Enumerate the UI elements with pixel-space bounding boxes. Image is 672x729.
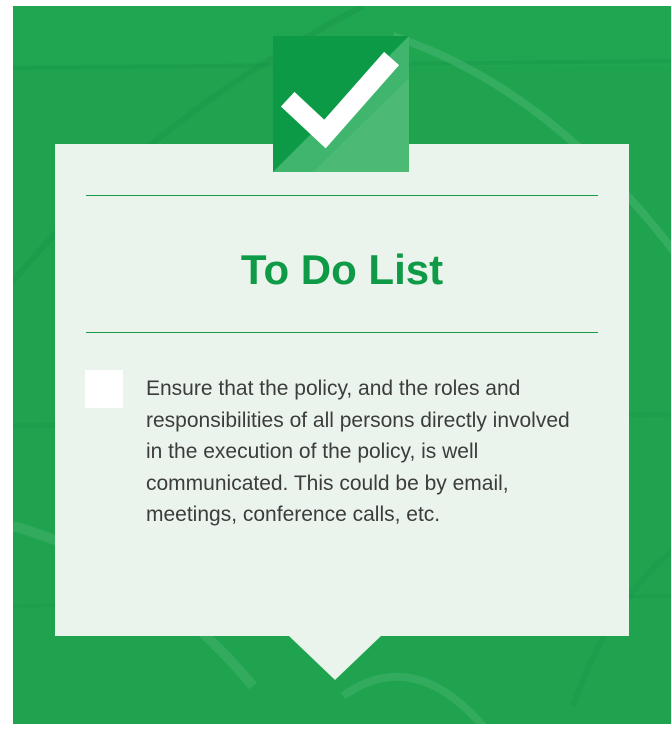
list-title: To Do List (240, 246, 444, 293)
checkbox-icon[interactable] (85, 370, 123, 408)
divider-bottom (86, 332, 598, 333)
card-pointer (289, 636, 381, 680)
todo-graphic: To Do List Ensure that the policy, and t… (13, 6, 671, 724)
badge (273, 36, 409, 172)
list-item-text: Ensure that the policy, and the roles an… (146, 377, 570, 526)
divider-top (86, 195, 598, 196)
checkmark-icon (273, 36, 409, 172)
